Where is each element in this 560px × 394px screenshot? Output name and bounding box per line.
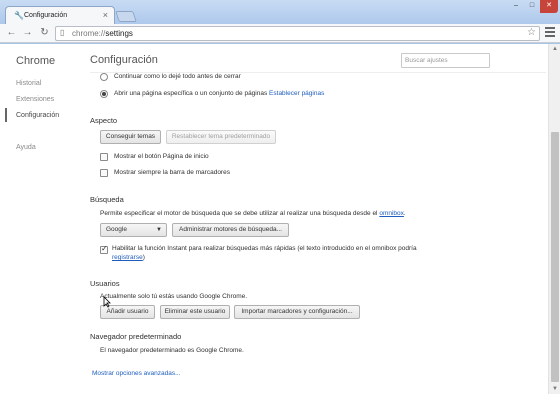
tab-title: Configuración [24, 12, 68, 19]
default-browser-heading: Navegador predeterminado [90, 332, 182, 341]
appearance-heading: Aspecto [90, 116, 118, 125]
dropdown-arrow-icon: ▼ [156, 227, 162, 233]
sidebar-active-indicator [5, 108, 7, 122]
reload-button[interactable]: ↻ [38, 26, 51, 40]
instant-label-cont: registrarse) [112, 254, 145, 261]
wrench-icon: 🔧 [14, 11, 24, 20]
tab-settings[interactable]: 🔧 Configuración × [5, 6, 115, 25]
settings-page: Chrome Historial Extensiones Configuraci… [0, 44, 560, 394]
reload-icon: ↻ [40, 27, 49, 38]
sidebar-item-history[interactable]: Historial [16, 80, 41, 87]
manage-search-engines-button[interactable]: Administrar motores de búsqueda... [172, 223, 289, 237]
page-title: Configuración [90, 54, 158, 66]
page-icon: ▯ [60, 28, 65, 37]
show-bookmarks-bar-label: Mostrar siempre la barra de marcadores [114, 169, 230, 176]
get-themes-button[interactable]: Conseguir temas [100, 130, 161, 144]
back-arrow-icon: ← [6, 27, 17, 38]
page-scrollbar[interactable]: ▲ ▼ [548, 44, 560, 394]
set-pages-link[interactable]: Establecer páginas [269, 90, 324, 97]
users-heading: Usuarios [90, 279, 120, 288]
scroll-down-icon[interactable]: ▼ [549, 384, 560, 394]
sidebar-item-settings[interactable]: Configuración [16, 112, 59, 119]
users-description: Actualmente solo tú estás usando Google … [100, 293, 248, 300]
scrollbar-thumb[interactable] [551, 132, 559, 382]
sidebar-item-help[interactable]: Ayuda [16, 144, 36, 151]
default-browser-description: El navegador predeterminado es Google Ch… [100, 347, 244, 354]
search-settings-field[interactable] [402, 54, 489, 67]
omnibox-link[interactable]: omnibox [379, 210, 404, 217]
register-link[interactable]: registrarse [112, 254, 143, 261]
toolbar: ← → ↻ ▯ chrome://settings ☆ [0, 24, 560, 43]
search-settings-input[interactable] [401, 53, 490, 68]
delete-user-button[interactable]: Eliminar este usuario [160, 305, 230, 319]
startup-pages-label: Abrir una página específica o un conjunt… [114, 90, 325, 97]
scroll-up-icon[interactable]: ▲ [549, 44, 560, 54]
omnibox[interactable]: ▯ chrome://settings ☆ [55, 26, 540, 41]
startup-pages-radio[interactable] [100, 90, 108, 98]
show-bookmarks-bar-checkbox[interactable] [100, 169, 108, 177]
sidebar: Chrome Historial Extensiones Configuraci… [0, 44, 80, 394]
sidebar-title: Chrome [16, 55, 56, 67]
startup-continue-label: Continuar como lo dejé todo antes de cer… [114, 73, 241, 80]
show-home-button-label: Mostrar el botón Página de inicio [114, 153, 209, 160]
show-home-button-checkbox[interactable] [100, 153, 108, 161]
chrome-menu-icon[interactable] [545, 27, 555, 39]
minimize-button[interactable]: – [508, 0, 524, 13]
instant-label: Habilitar la función Instant para realiz… [112, 245, 417, 252]
search-description: Permite especificar el motor de búsqueda… [100, 210, 406, 217]
settings-main: Configuración Continuar como lo dejé tod… [90, 44, 546, 394]
reset-theme-button[interactable]: Restablecer tema predeterminado [166, 130, 276, 144]
forward-button[interactable]: → [21, 26, 34, 40]
bookmark-star-icon[interactable]: ☆ [527, 27, 536, 38]
tab-close-icon[interactable]: × [103, 10, 108, 20]
instant-checkbox[interactable] [100, 244, 108, 254]
forward-arrow-icon: → [22, 27, 33, 38]
mouse-cursor-icon [103, 296, 111, 308]
search-heading: Búsqueda [90, 195, 124, 204]
close-window-button[interactable]: ✕ [540, 0, 558, 13]
url-text: chrome://settings [72, 29, 133, 38]
back-button[interactable]: ← [5, 26, 18, 40]
show-advanced-link[interactable]: Mostrar opciones avanzadas... [92, 370, 181, 377]
maximize-button[interactable]: □ [524, 0, 540, 13]
new-tab-button[interactable] [115, 11, 137, 22]
title-bar: 🔧 Configuración × – □ ✕ [0, 0, 560, 25]
import-bookmarks-button[interactable]: Importar marcadores y configuración... [234, 305, 360, 319]
search-engine-select[interactable]: Google ▼ [100, 223, 167, 237]
startup-continue-radio[interactable] [100, 73, 108, 81]
sidebar-item-extensions[interactable]: Extensiones [16, 96, 54, 103]
